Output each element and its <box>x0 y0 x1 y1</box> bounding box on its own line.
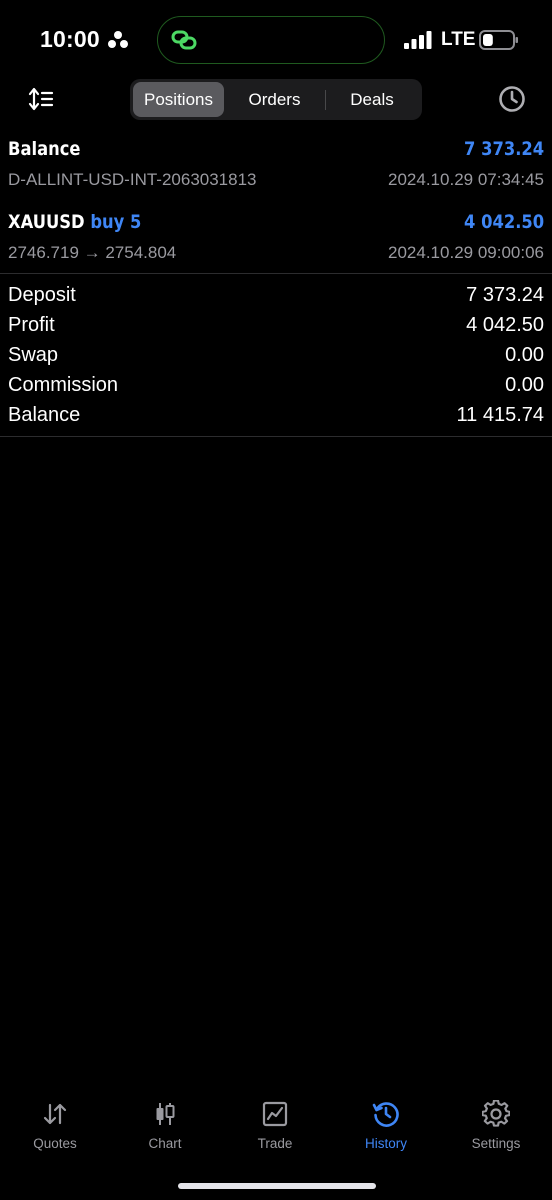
dynamic-island[interactable] <box>157 16 385 64</box>
summary-label: Balance <box>8 404 81 426</box>
balance-amount: 7 373.24 <box>463 138 544 160</box>
summary-value: 4 042.50 <box>466 314 544 336</box>
home-indicator[interactable] <box>178 1183 376 1189</box>
tab-history[interactable]: History <box>331 1100 441 1160</box>
deal-row[interactable]: XAUUSD buy 5 4 042.50 2746.719 → 2754.80… <box>0 208 552 268</box>
summary-label: Deposit <box>8 284 76 306</box>
quotes-arrows-icon <box>43 1103 67 1125</box>
summary-row-commission: Commission 0.00 <box>0 374 552 404</box>
trade-chart-icon <box>262 1101 288 1127</box>
history-clock-icon <box>372 1102 399 1127</box>
summary-label: Commission <box>8 374 119 396</box>
deal-datetime: 2024.10.29 09:00:06 <box>388 243 544 262</box>
candlestick-chart-icon <box>156 1103 175 1125</box>
cellular-signal-icon <box>404 31 432 49</box>
tab-trade[interactable]: Trade <box>220 1100 330 1160</box>
deal-direction: buy 5 <box>90 211 142 233</box>
tab-label: Settings <box>471 1136 521 1151</box>
balance-datetime: 2024.10.29 07:34:45 <box>388 170 544 189</box>
segment-deals[interactable]: Deals <box>325 82 419 117</box>
tab-label: Trade <box>257 1136 293 1151</box>
segment-positions[interactable]: Positions <box>133 82 224 117</box>
segment-orders[interactable]: Orders <box>227 82 322 117</box>
deal-title: XAUUSD buy 5 <box>8 211 141 233</box>
summary-row-swap: Swap 0.00 <box>0 344 552 374</box>
tab-chart[interactable]: Chart <box>110 1100 220 1160</box>
deal-prices: 2746.719 → 2754.804 <box>8 243 177 262</box>
summary-value: 0.00 <box>505 344 544 366</box>
network-type: LTE <box>441 29 476 50</box>
deal-profit: 4 042.50 <box>463 211 544 233</box>
period-clock-icon[interactable] <box>498 85 526 113</box>
summary-row-balance: Balance 11 415.74 <box>0 404 552 434</box>
sort-icon[interactable] <box>27 86 55 112</box>
linked-rings-icon <box>171 30 197 50</box>
summary-row-profit: Profit 4 042.50 <box>0 314 552 344</box>
balance-title: Balance <box>8 138 81 160</box>
summary-value: 0.00 <box>505 374 544 396</box>
battery-icon <box>479 30 518 50</box>
gear-icon <box>482 1100 510 1127</box>
summary-value: 11 415.74 <box>456 404 545 426</box>
tab-settings[interactable]: Settings <box>441 1100 551 1160</box>
tab-label: History <box>364 1136 407 1151</box>
balance-operation-row[interactable]: Balance 7 373.24 D-ALLINT-USD-INT-206303… <box>0 135 552 195</box>
status-activity-icon <box>108 31 128 48</box>
balance-account: D-ALLINT-USD-INT-2063031813 <box>8 170 257 189</box>
summary-label: Swap <box>8 344 59 366</box>
divider <box>0 436 552 437</box>
summary-label: Profit <box>8 314 55 336</box>
divider <box>0 273 552 274</box>
tab-quotes[interactable]: Quotes <box>0 1100 110 1160</box>
deal-symbol: XAUUSD <box>8 211 85 233</box>
status-time: 10:00 <box>40 26 100 52</box>
status-bar: 10:00 LTE <box>0 0 552 80</box>
summary-row-deposit: Deposit 7 373.24 <box>0 284 552 314</box>
history-segmented-control: Positions Orders Deals <box>130 79 422 120</box>
summary-value: 7 373.24 <box>466 284 544 306</box>
tab-label: Quotes <box>33 1136 77 1151</box>
tab-label: Chart <box>148 1136 182 1151</box>
